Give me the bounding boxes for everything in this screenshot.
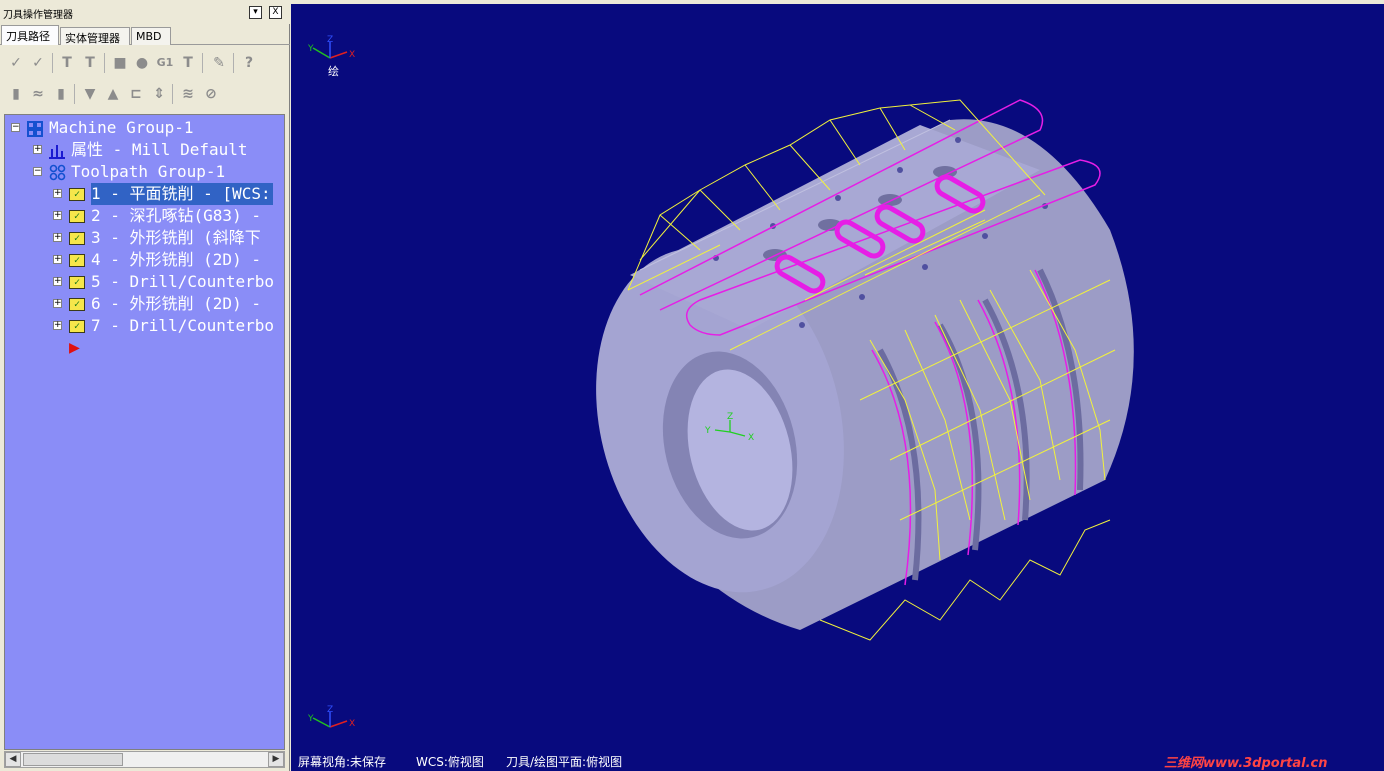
panel-tabs: 刀具路径 实体管理器 MBD bbox=[0, 25, 290, 45]
show-stock-icon[interactable]: ⊘ bbox=[201, 84, 221, 104]
toggle-posting-icon[interactable]: ▮ bbox=[51, 84, 71, 104]
operation-label: 5 - Drill/Counterbo bbox=[91, 272, 275, 291]
properties-label: 属性 - Mill Default bbox=[71, 140, 248, 159]
move-up-icon[interactable]: ▲ bbox=[103, 84, 123, 104]
operation-label: 6 - 外形铣削 (2D) - bbox=[91, 294, 261, 313]
tab-toolpaths[interactable]: 刀具路径 bbox=[1, 25, 59, 45]
graphics-viewport[interactable]: Y X Z 绘 Y X Z Y X Z bbox=[291, 4, 1384, 771]
tab-solids[interactable]: 实体管理器 bbox=[60, 27, 130, 45]
backplot-icon[interactable]: ■ bbox=[110, 53, 130, 73]
select-all-icon[interactable]: ✓ bbox=[6, 53, 26, 73]
scroll-thumb[interactable] bbox=[23, 753, 123, 766]
select-invalid-icon[interactable]: ✓ bbox=[28, 53, 48, 73]
brand-watermark: 三维网www.3dportal.cn bbox=[1164, 752, 1384, 771]
panel-title-bar: 刀具操作管理器 ▾ X bbox=[0, 0, 290, 24]
axis-z-label: Z bbox=[327, 35, 333, 45]
operations-tree: − Machine Group-1 + 属性 - Mill Default − … bbox=[4, 114, 285, 750]
expand-icon[interactable]: + bbox=[33, 145, 42, 154]
machine-group-label: Machine Group-1 bbox=[49, 118, 194, 137]
move-down-icon[interactable]: ▼ bbox=[80, 84, 100, 104]
operation-label: 3 - 外形铣削 (斜降下 bbox=[91, 228, 261, 247]
operation-folder-icon: ✓ bbox=[69, 298, 85, 311]
machine-group-icon bbox=[27, 121, 43, 137]
part-view: Y X Z 绘 Y X Z Y X Z bbox=[307, 35, 1134, 729]
operation-label: 2 - 深孔啄钻(G83) - bbox=[91, 206, 261, 225]
high-feed-icon[interactable]: ✎ bbox=[209, 53, 229, 73]
axis-y-label: Y bbox=[307, 44, 314, 54]
svg-text:X: X bbox=[748, 433, 754, 443]
help-icon[interactable]: ? bbox=[239, 53, 259, 73]
verify-icon[interactable]: ● bbox=[132, 53, 152, 73]
insert-after-icon[interactable]: ⊏ bbox=[126, 84, 146, 104]
tree-horizontal-scrollbar[interactable]: ◀ ▶ bbox=[4, 751, 285, 768]
cylinder-part bbox=[596, 119, 1134, 630]
expand-icon[interactable]: + bbox=[53, 189, 62, 198]
panel-close-button[interactable]: X bbox=[269, 6, 282, 19]
screen-axis-indicator-icon: Y X Z bbox=[307, 705, 355, 729]
panel-dropdown-button[interactable]: ▾ bbox=[249, 6, 262, 19]
toolpath-group-label: Toolpath Group-1 bbox=[71, 162, 226, 181]
tab-mbd[interactable]: MBD bbox=[131, 27, 171, 45]
show-toolpaths-icon[interactable]: ≋ bbox=[178, 84, 198, 104]
expand-icon[interactable]: + bbox=[53, 299, 62, 308]
properties-icon bbox=[49, 145, 65, 159]
axis-x-label-bottom: X bbox=[349, 719, 355, 729]
scroll-left-icon[interactable]: ◀ bbox=[5, 752, 21, 767]
axis-y-label-bottom: Y bbox=[307, 714, 314, 724]
expand-icon[interactable]: + bbox=[53, 233, 62, 242]
collapse-icon[interactable]: − bbox=[11, 123, 20, 132]
regenerate-selected-icon[interactable]: T bbox=[57, 53, 77, 73]
status-wcs[interactable]: WCS:俯视图 bbox=[416, 753, 484, 770]
operation-folder-icon: ✓ bbox=[69, 210, 85, 223]
operation-folder-icon: ✓ bbox=[69, 320, 85, 333]
expand-icon[interactable]: + bbox=[53, 321, 62, 330]
operation-folder-icon: ✓ bbox=[69, 232, 85, 245]
regenerate-invalid-icon[interactable]: T bbox=[80, 53, 100, 73]
operation-label: 4 - 外形铣削 (2D) - bbox=[91, 250, 261, 269]
toggle-display-icon[interactable]: ≈ bbox=[28, 84, 48, 104]
status-screen-view[interactable]: 屏幕视角:未保存 bbox=[298, 753, 386, 770]
axis-z-label-bottom: Z bbox=[327, 705, 333, 715]
expand-icon[interactable]: + bbox=[53, 277, 62, 286]
expand-icon[interactable]: + bbox=[53, 255, 62, 264]
operation-folder-icon: ✓ bbox=[69, 188, 85, 201]
lock-icon[interactable]: ▮ bbox=[6, 84, 26, 104]
operation-label: 7 - Drill/Counterbo bbox=[91, 316, 275, 335]
operation-folder-icon: ✓ bbox=[69, 276, 85, 289]
svg-text:Z: Z bbox=[727, 412, 733, 422]
scroll-right-icon[interactable]: ▶ bbox=[268, 752, 284, 767]
toolbar-row-2: ▮ ≈ ▮ ▼ ▲ ⊏ ⇕ ≋ ⊘ bbox=[4, 81, 286, 107]
post-g1-icon[interactable]: G1 bbox=[155, 53, 175, 73]
toolpath-manager-panel: 刀具操作管理器 ▾ X 刀具路径 实体管理器 MBD ✓ ✓ T T ■ ● G… bbox=[0, 0, 290, 771]
svg-text:Y: Y bbox=[704, 426, 711, 436]
scroll-to-insert-icon[interactable]: ⇕ bbox=[149, 84, 169, 104]
collapse-icon[interactable]: − bbox=[33, 167, 42, 176]
toolbar-row-1: ✓ ✓ T T ■ ● G1 T ✎ ? bbox=[4, 50, 286, 76]
insert-arrow-icon[interactable]: ▶ bbox=[69, 337, 80, 359]
operation-folder-icon: ✓ bbox=[69, 254, 85, 267]
status-tool-plane[interactable]: 刀具/绘图平面:俯视图 bbox=[506, 753, 622, 770]
view-label: 绘 bbox=[328, 64, 339, 78]
view-axis-indicator-icon: Y X Z 绘 bbox=[307, 35, 355, 78]
post-selected-icon[interactable]: T bbox=[178, 53, 198, 73]
operation-label: 1 - 平面铣削 - [WCS: bbox=[91, 183, 273, 205]
panel-title: 刀具操作管理器 bbox=[3, 10, 73, 21]
toolpath-group-icon bbox=[49, 164, 66, 181]
axis-x-label: X bbox=[349, 50, 355, 60]
expand-icon[interactable]: + bbox=[53, 211, 62, 220]
